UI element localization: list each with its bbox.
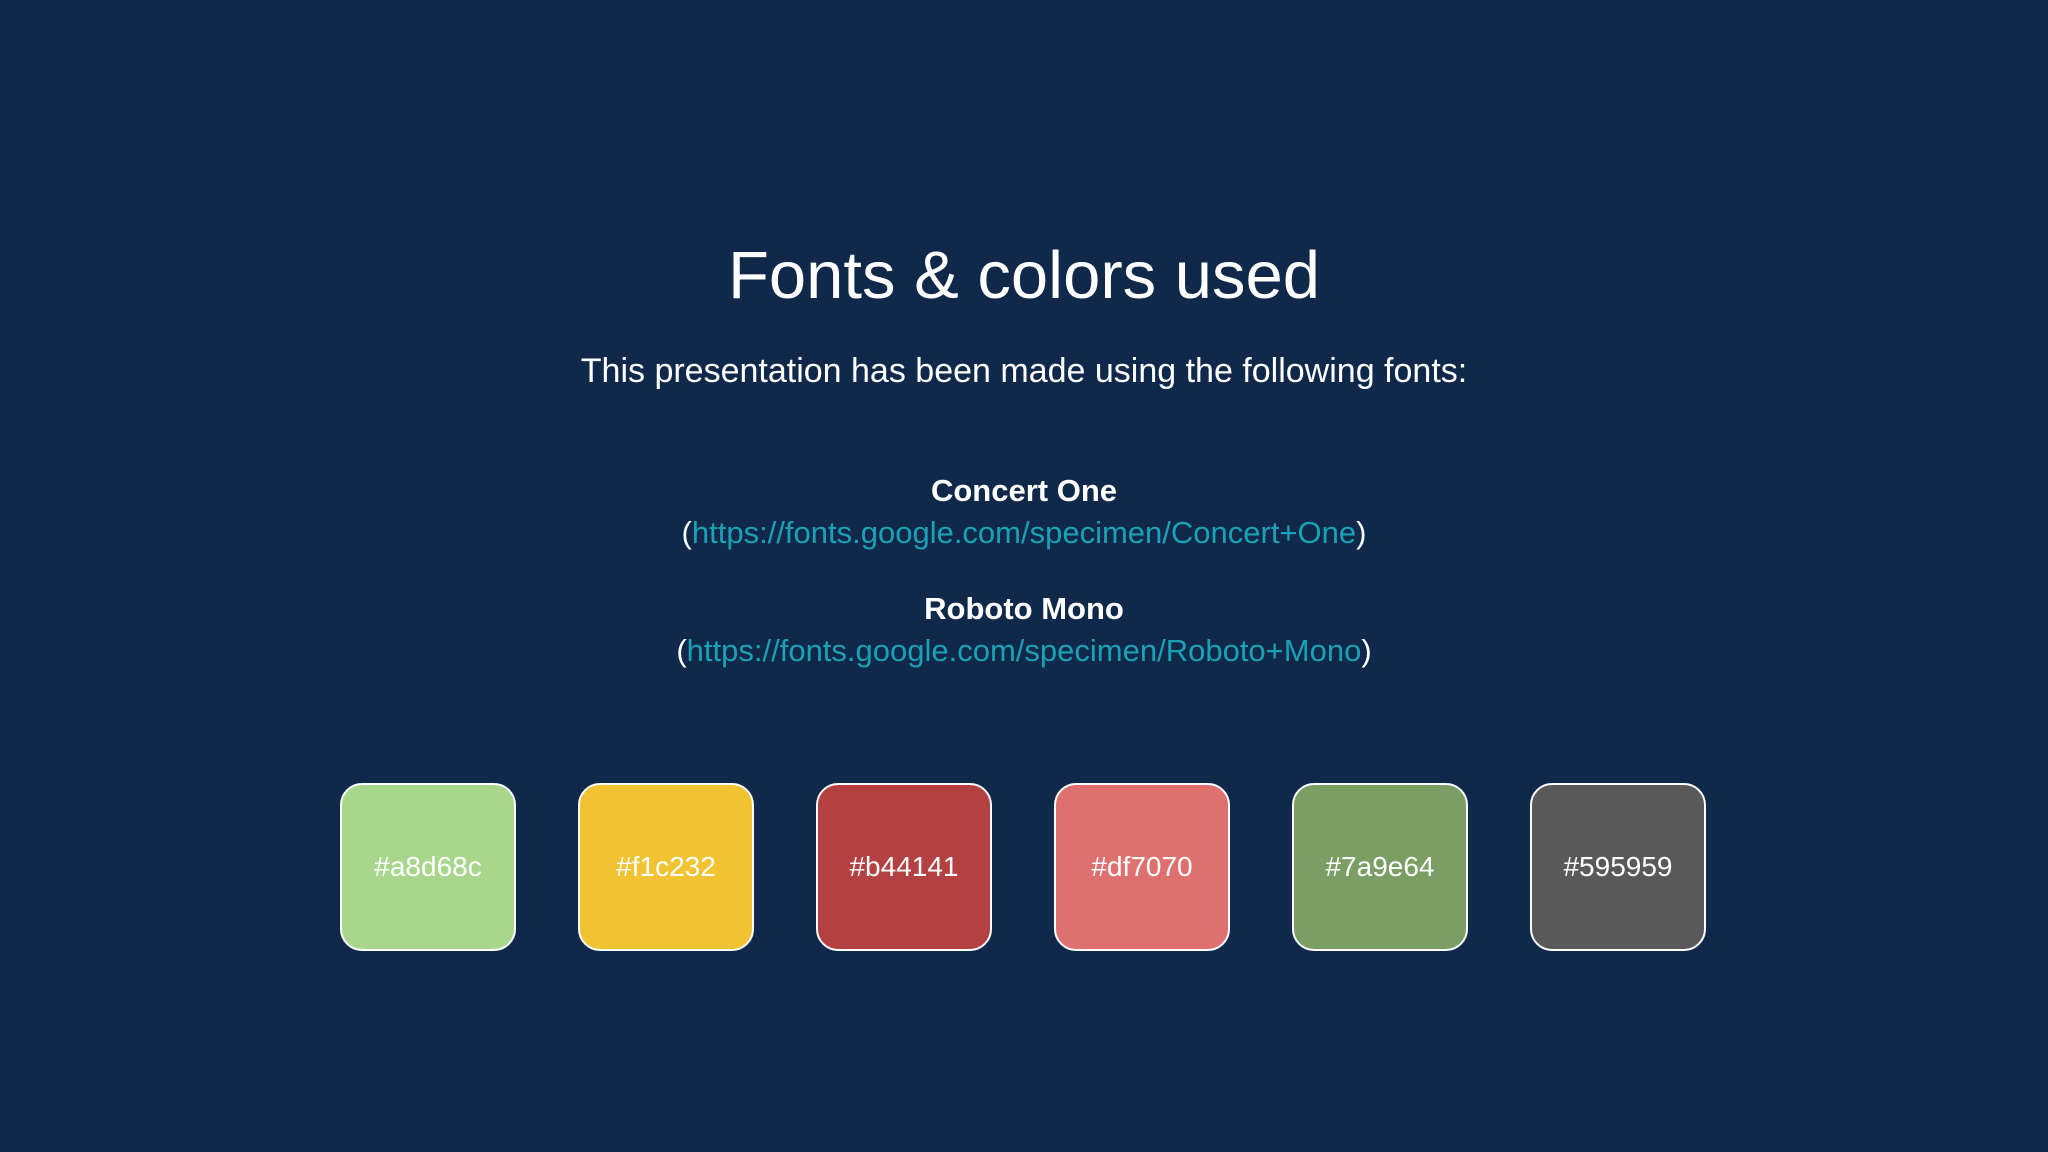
- color-swatch-label: #b44141: [849, 851, 959, 882]
- color-swatch-label: #595959: [1563, 851, 1673, 882]
- font-name: Roboto Mono: [924, 591, 1124, 626]
- font-name: Concert One: [930, 473, 1118, 508]
- font-link-line: (https://fonts.google.com/specimen/Conce…: [0, 512, 2048, 554]
- open-paren: (: [681, 515, 692, 550]
- slide-subtitle: This presentation has been made using th…: [580, 352, 1468, 390]
- color-swatch: #7a9e64: [1292, 783, 1468, 951]
- color-swatches: #a8d68c #f1c232 #b44141 #df7070 #7a9e64 …: [340, 783, 1708, 953]
- color-swatch: #b44141: [816, 783, 992, 951]
- close-paren: ): [1356, 515, 1367, 550]
- color-swatch: #f1c232: [578, 783, 754, 951]
- color-swatch: #595959: [1530, 783, 1706, 951]
- font-entry-concert-one: Concert One (https://fonts.google.com/sp…: [0, 470, 2048, 554]
- font-link-line: (https://fonts.google.com/specimen/Robot…: [0, 630, 2048, 672]
- color-swatch: #a8d68c: [340, 783, 516, 951]
- open-paren: (: [676, 633, 687, 668]
- color-swatch: #df7070: [1054, 783, 1230, 951]
- slide: Fonts & colors used This presentation ha…: [0, 0, 2048, 1152]
- color-swatch-label: #a8d68c: [374, 851, 482, 882]
- close-paren: ): [1361, 633, 1372, 668]
- color-swatch-label: #7a9e64: [1325, 851, 1435, 882]
- font-entry-roboto-mono: Roboto Mono (https://fonts.google.com/sp…: [0, 588, 2048, 672]
- font-link[interactable]: https://fonts.google.com/specimen/Concer…: [692, 515, 1356, 550]
- color-swatch-label: #df7070: [1091, 851, 1193, 882]
- slide-title: Fonts & colors used: [727, 238, 1321, 313]
- font-link[interactable]: https://fonts.google.com/specimen/Roboto…: [687, 633, 1362, 668]
- color-swatch-label: #f1c232: [616, 851, 716, 882]
